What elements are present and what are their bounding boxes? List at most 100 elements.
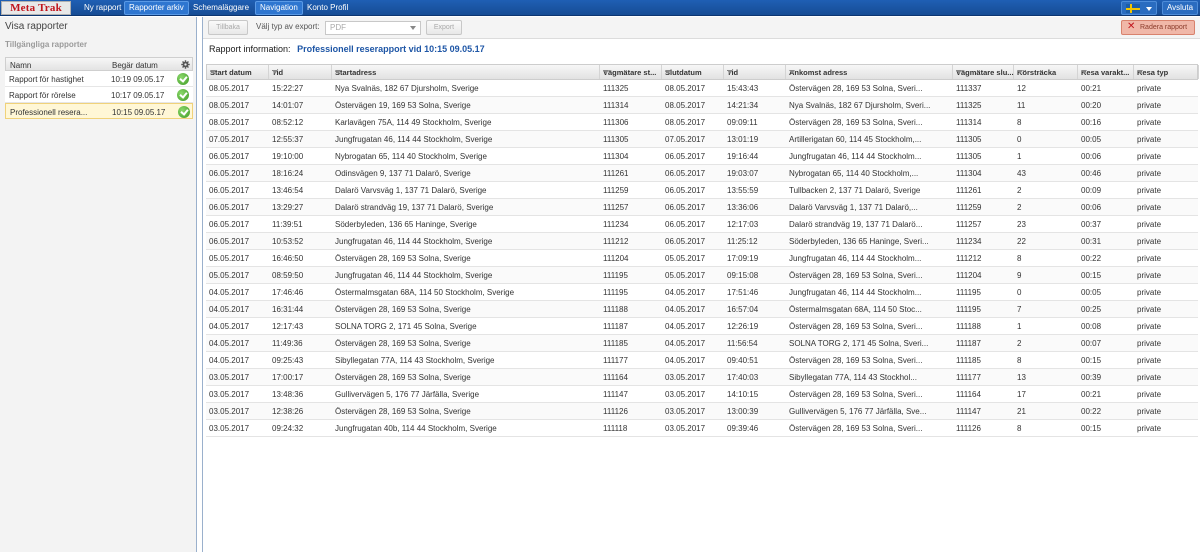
nav-navigation[interactable]: Navigation [255, 1, 303, 15]
trips-table: Start datum Tid Startadress Vägmätare st...… [206, 64, 1199, 437]
app-logo[interactable]: Meta Trak [1, 1, 71, 15]
table-row[interactable]: 04.05.2017 11:49:36 Östervägen 28, 169 53 … [206, 335, 1198, 352]
table-row[interactable]: 07.05.2017 12:55:37 Jungfrugatan 46, 114 4… [206, 131, 1198, 148]
export-button[interactable]: Export [426, 20, 462, 35]
table-row[interactable]: 04.05.2017 09:25:43 Sibyllegatan 77A, 114 … [206, 352, 1198, 369]
table-row[interactable]: 03.05.2017 17:00:17 Östervägen 28, 169 53 … [206, 369, 1198, 386]
cell-end-date: 03.05.2017 [665, 390, 706, 399]
sort-caret-icon [665, 70, 671, 74]
cell-odometer-end: 111261 [956, 186, 982, 195]
report-name: Professionell resera... [10, 108, 88, 117]
cell-odometer-end: 111314 [956, 118, 982, 127]
back-button[interactable]: Tillbaka [208, 20, 248, 35]
table-row[interactable]: 06.05.2017 10:53:52 Jungfrugatan 46, 114 4… [206, 233, 1198, 250]
column-header-trip-type[interactable]: Resa typ [1134, 65, 1199, 79]
nav-new-report[interactable]: Ny rapport [80, 1, 125, 15]
table-row[interactable]: 05.05.2017 16:46:50 Östervägen 28, 169 53 … [206, 250, 1198, 267]
cell-trip-duration: 00:39 [1081, 373, 1102, 382]
cell-trip-duration: 00:22 [1081, 254, 1102, 263]
nav-account-profile[interactable]: Konto Profil [303, 1, 352, 15]
table-row[interactable]: 04.05.2017 17:46:46 Östermalmsgatan 68A, 1… [206, 284, 1198, 301]
cell-start-address: Östermalmsgatan 68A, 114 50 Stockholm, S… [335, 288, 515, 297]
cell-start-address: Nya Svalnäs, 182 67 Djursholm, Sverige [335, 84, 479, 93]
export-type-select[interactable]: PDF [325, 21, 421, 35]
column-header-start-date[interactable]: Start datum [207, 65, 269, 79]
cell-start-time: 12:17:43 [272, 322, 304, 331]
swedish-flag-icon [1126, 4, 1140, 13]
table-row[interactable]: 06.05.2017 19:10:00 Nybrogatan 65, 114 40 … [206, 148, 1198, 165]
table-row[interactable]: 06.05.2017 13:46:54 Dalarö Varvsväg 1, 137… [206, 182, 1198, 199]
nav-scheduler[interactable]: Schemaläggare [189, 1, 253, 15]
cell-odometer-end: 111259 [956, 203, 982, 212]
cell-trip-duration: 00:06 [1081, 152, 1102, 161]
delete-report-button[interactable]: ✕ Radera rapport [1121, 20, 1195, 35]
cell-odometer-start: 111195 [603, 271, 628, 280]
cell-arrival-address: Östervägen 28, 169 53 Solna, Sveri... [789, 322, 923, 331]
nav-report-archive[interactable]: Rapporter arkiv [124, 1, 189, 15]
column-header-end-time[interactable]: Tid [724, 65, 786, 79]
report-list-item[interactable]: Professionell resera... 10:15 09.05.17 [5, 103, 193, 119]
column-header-distance[interactable]: Körsträcka [1014, 65, 1078, 79]
table-row[interactable]: 03.05.2017 13:48:36 Gullivervägen 5, 176 7… [206, 386, 1198, 403]
cell-start-time: 11:39:51 [272, 220, 303, 229]
cell-start-date: 04.05.2017 [209, 339, 250, 348]
cell-odometer-start: 111126 [603, 407, 628, 416]
column-header-odometer-end[interactable]: Vägmätare slu... [953, 65, 1014, 79]
logout-button[interactable]: Avsluta [1162, 1, 1198, 15]
cell-start-date: 04.05.2017 [209, 305, 250, 314]
cell-start-time: 09:24:32 [272, 424, 304, 433]
cell-start-address: Karlavägen 75A, 114 49 Stockholm, Sverig… [335, 118, 492, 127]
cell-end-time: 09:40:51 [727, 356, 759, 365]
cell-odometer-start: 111257 [603, 203, 629, 212]
language-selector[interactable] [1121, 1, 1157, 15]
cell-start-date: 06.05.2017 [209, 237, 250, 246]
cell-odometer-end: 111305 [956, 135, 982, 144]
column-header-start-address[interactable]: Startadress [332, 65, 600, 79]
table-row[interactable]: 06.05.2017 11:39:51 Söderbyleden, 136 65 H… [206, 216, 1198, 233]
column-header-trip-duration[interactable]: Resa varakt... [1078, 65, 1134, 79]
table-row[interactable]: 03.05.2017 09:24:32 Jungfrugatan 40b, 114 … [206, 420, 1198, 437]
table-row[interactable]: 06.05.2017 13:29:27 Dalarö strandväg 19, 1… [206, 199, 1198, 216]
table-row[interactable]: 05.05.2017 08:59:50 Jungfrugatan 46, 114 4… [206, 267, 1198, 284]
column-header-odometer-start[interactable]: Vägmätare st... [600, 65, 662, 79]
cell-arrival-address: Nya Svalnäs, 182 67 Djursholm, Sveri... [789, 101, 931, 110]
cell-end-date: 03.05.2017 [665, 424, 706, 433]
column-header-name[interactable]: Namn [10, 61, 31, 70]
sidebar-subtitle: Tillgängliga rapporter [5, 40, 88, 49]
column-header-arrival-address[interactable]: Ankomst adress [786, 65, 953, 79]
cell-start-time: 16:46:50 [272, 254, 304, 263]
sort-caret-icon [956, 70, 962, 74]
cell-end-date: 04.05.2017 [665, 339, 706, 348]
table-row[interactable]: 03.05.2017 12:38:26 Östervägen 28, 169 53 … [206, 403, 1198, 420]
table-row[interactable]: 04.05.2017 16:31:44 Östervägen 28, 169 53 … [206, 301, 1198, 318]
table-row[interactable]: 08.05.2017 15:22:27 Nya Svalnäs, 182 67 Dj… [206, 80, 1198, 97]
table-row[interactable]: 06.05.2017 18:16:24 Odinsvägen 9, 137 71 D… [206, 165, 1198, 182]
table-row[interactable]: 08.05.2017 14:01:07 Östervägen 19, 169 53 … [206, 97, 1198, 114]
close-icon: ✕ [1127, 21, 1136, 32]
cell-end-time: 19:16:44 [727, 152, 759, 161]
cell-end-time: 17:51:46 [727, 288, 759, 297]
cell-odometer-end: 111195 [956, 288, 981, 297]
column-header-end-date[interactable]: Slutdatum [662, 65, 724, 79]
sort-caret-icon [1081, 70, 1087, 74]
cell-trip-type: private [1137, 101, 1162, 110]
cell-start-address: Söderbyleden, 136 65 Haninge, Sverige [335, 220, 477, 229]
column-header-date[interactable]: Begär datum [112, 61, 158, 70]
column-header-start-time[interactable]: Tid [269, 65, 332, 79]
cell-distance: 8 [1017, 356, 1022, 365]
report-list-item[interactable]: Rapport för hastighet 10:19 09.05.17 [5, 71, 193, 87]
cell-odometer-end: 111177 [956, 373, 981, 382]
cell-trip-type: private [1137, 84, 1162, 93]
table-row[interactable]: 04.05.2017 12:17:43 SOLNA TORG 2, 171 45 S… [206, 318, 1198, 335]
table-row[interactable]: 08.05.2017 08:52:12 Karlavägen 75A, 114 49… [206, 114, 1198, 131]
cell-trip-type: private [1137, 169, 1162, 178]
column-header-label: Ankomst adress [789, 68, 848, 77]
report-list-item[interactable]: Rapport för rörelse 10:17 09.05.17 [5, 87, 193, 103]
cell-end-time: 17:09:19 [727, 254, 759, 263]
cell-end-date: 08.05.2017 [665, 101, 706, 110]
cell-start-date: 03.05.2017 [209, 407, 250, 416]
cell-trip-type: private [1137, 424, 1162, 433]
reports-sidebar: Visa rapporter Tillgängliga rapporter Na… [0, 17, 197, 552]
cell-trip-duration: 00:22 [1081, 407, 1102, 416]
gear-icon[interactable] [181, 60, 190, 69]
